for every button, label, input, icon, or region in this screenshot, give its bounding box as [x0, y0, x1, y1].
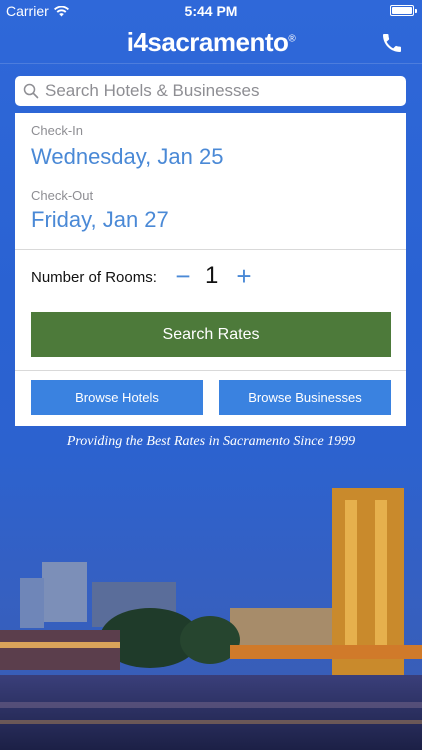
check-out-label: Check-Out: [31, 188, 94, 203]
phone-icon[interactable]: [380, 31, 404, 55]
registered-mark: ®: [288, 33, 296, 45]
logo-text: i4sacramento: [126, 27, 289, 57]
search-icon: [23, 83, 39, 99]
search-input[interactable]: [45, 81, 406, 101]
increase-rooms-button[interactable]: +: [233, 261, 255, 291]
sacramento-skyline-image: [0, 488, 422, 750]
decrease-rooms-button[interactable]: −: [173, 261, 193, 291]
app-logo: i4sacramento®: [0, 27, 422, 58]
booking-card: Check-In Wednesday, Jan 25 Check-Out Fri…: [15, 113, 406, 426]
battery-icon: [390, 5, 417, 16]
divider: [15, 249, 406, 250]
rooms-count: 1: [205, 262, 219, 289]
status-bar: Carrier 5:44 PM: [0, 0, 422, 22]
nav-bar: i4sacramento®: [0, 22, 422, 64]
browse-hotels-button[interactable]: Browse Hotels: [31, 380, 203, 415]
browse-businesses-button[interactable]: Browse Businesses: [219, 380, 391, 415]
rooms-label: Number of Rooms:: [31, 269, 157, 286]
check-out-date[interactable]: Friday, Jan 27: [31, 207, 169, 233]
check-in-label: Check-In: [31, 123, 84, 138]
search-bar[interactable]: [15, 76, 406, 106]
check-in-date[interactable]: Wednesday, Jan 25: [31, 144, 223, 170]
clock: 5:44 PM: [184, 3, 238, 19]
divider: [15, 370, 406, 371]
tagline: Providing the Best Rates in Sacramento S…: [66, 434, 356, 449]
search-rates-button[interactable]: Search Rates: [31, 312, 391, 357]
